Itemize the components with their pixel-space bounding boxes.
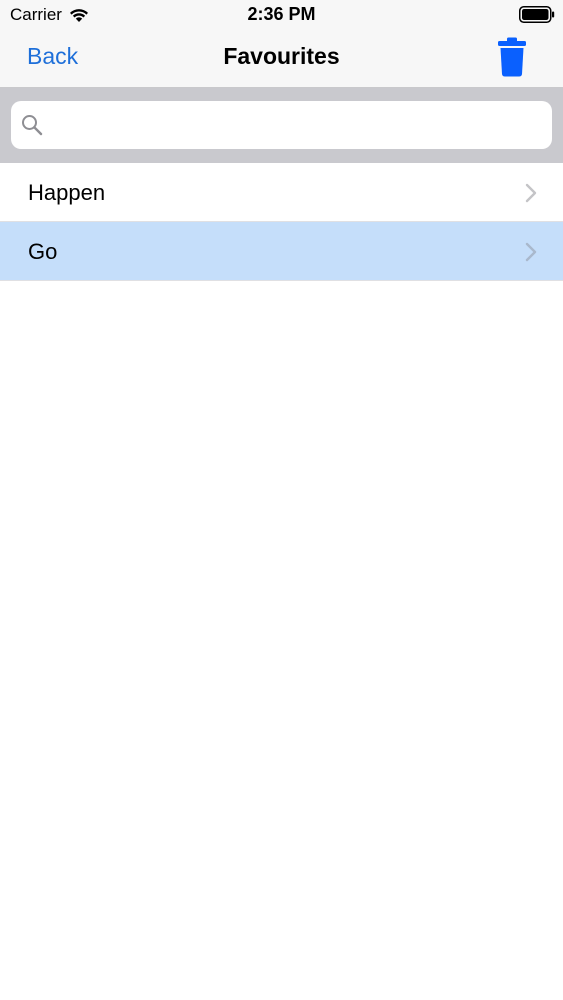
search-bar bbox=[0, 88, 563, 163]
navigation-bar: Back Favourites bbox=[0, 30, 563, 88]
list-item[interactable]: Happen bbox=[0, 163, 563, 222]
page-title: Favourites bbox=[223, 43, 340, 69]
battery-icon bbox=[519, 6, 555, 23]
favourites-list: Happen Go bbox=[0, 163, 563, 281]
chevron-right-icon bbox=[525, 183, 537, 203]
status-time: 2:36 PM bbox=[247, 4, 316, 24]
search-input[interactable] bbox=[51, 104, 535, 146]
search-field[interactable] bbox=[11, 101, 552, 149]
search-icon bbox=[21, 114, 43, 136]
list-item-label: Happen bbox=[28, 180, 106, 205]
list-item[interactable]: Go bbox=[0, 222, 563, 281]
list-item-label: Go bbox=[28, 239, 58, 264]
chevron-right-icon bbox=[525, 242, 537, 262]
trash-icon[interactable] bbox=[497, 37, 527, 77]
status-bar: Carrier 2:36 PM bbox=[0, 0, 563, 30]
